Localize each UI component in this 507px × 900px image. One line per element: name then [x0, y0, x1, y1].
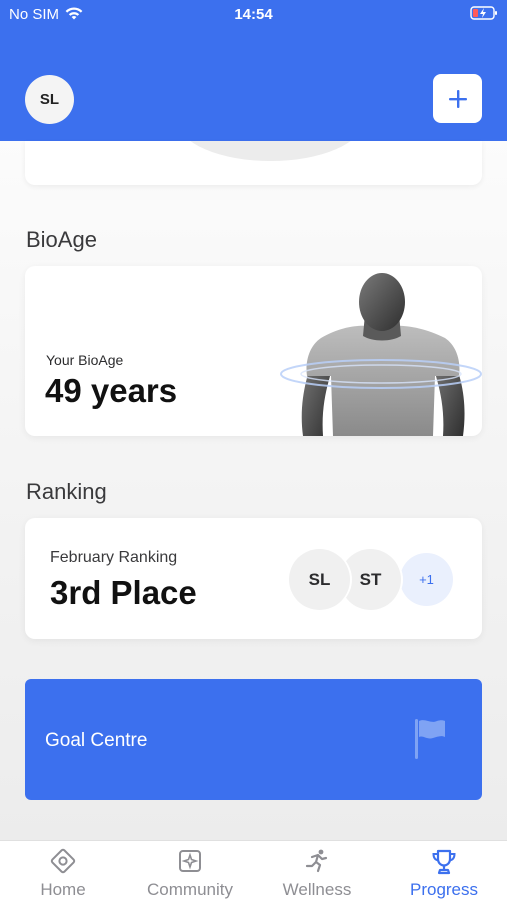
- app-header: No SIM 14:54 SL: [0, 0, 507, 141]
- tab-progress-label: Progress: [409, 880, 479, 899]
- clock: 14:54: [234, 6, 273, 23]
- home-icon: [0, 848, 126, 874]
- tab-community[interactable]: Community: [127, 841, 253, 900]
- tab-wellness[interactable]: Wellness: [254, 841, 380, 900]
- bioage-value: 49 years: [45, 372, 178, 409]
- tab-wellness-label: Wellness: [282, 880, 352, 899]
- bioage-label: Your BioAge: [46, 352, 124, 368]
- participant-avatar: SL: [289, 549, 350, 610]
- tab-home-label: Home: [40, 880, 86, 899]
- ranking-card[interactable]: February Ranking 3rd Place SL ST +1: [25, 518, 482, 639]
- status-bar: No SIM 14:54: [0, 0, 507, 28]
- runner-icon: [254, 848, 380, 874]
- ranking-section-title: Ranking: [26, 479, 107, 504]
- bioage-section-title: BioAge: [26, 227, 97, 252]
- community-icon: [127, 848, 253, 874]
- bioage-card[interactable]: Your BioAge 49 years: [25, 266, 482, 436]
- trophy-icon: [381, 848, 507, 875]
- goal-centre-label: Goal Centre: [45, 730, 148, 751]
- tab-bar: Home Community Wellness Progress: [0, 840, 507, 900]
- gauge-arc: [178, 141, 363, 161]
- previous-card[interactable]: [25, 141, 482, 185]
- ranking-label: February Ranking: [50, 549, 178, 566]
- plus-icon: [448, 89, 467, 108]
- ranking-value: 3rd Place: [50, 574, 197, 611]
- profile-avatar-button[interactable]: SL: [25, 75, 74, 124]
- tab-home[interactable]: Home: [0, 841, 126, 900]
- add-button[interactable]: [433, 74, 482, 123]
- tab-community-label: Community: [147, 880, 233, 899]
- tab-progress[interactable]: Progress: [381, 841, 507, 900]
- goal-centre-button[interactable]: Goal Centre: [25, 679, 482, 800]
- flag-icon: [415, 719, 445, 759]
- battery-charging-icon: [470, 5, 498, 25]
- body-figure-image: [280, 273, 482, 436]
- more-participants-badge: +1: [400, 553, 453, 606]
